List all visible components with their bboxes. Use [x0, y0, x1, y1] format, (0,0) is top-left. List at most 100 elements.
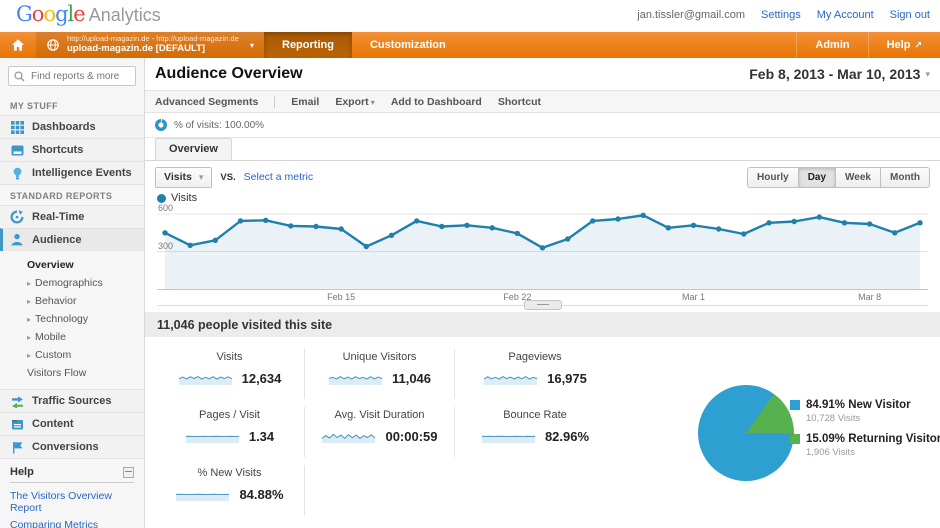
sidebar-subitem-demographics[interactable]: Demographics	[27, 274, 144, 292]
metrics-grid: Visits 12,634 Unique Visitors 11,046 Pag…	[155, 349, 615, 515]
metric-value: 00:00:59	[385, 428, 438, 444]
sidebar-item-audience[interactable]: Audience	[0, 228, 144, 251]
sidebar-subitem-custom[interactable]: Custom	[27, 346, 144, 364]
segment-row: % of visits: 100.00%	[145, 113, 940, 138]
metric-label: Visits	[216, 351, 243, 363]
home-button[interactable]	[0, 32, 36, 58]
my-account-link[interactable]: My Account	[817, 9, 874, 21]
home-icon	[11, 38, 25, 52]
timeline-plot-area[interactable]	[157, 206, 928, 290]
sidebar-item-intelligence-events[interactable]: Intelligence Events	[0, 161, 144, 185]
chevron-down-icon	[925, 69, 930, 80]
settings-link[interactable]: Settings	[761, 9, 801, 21]
date-range-selector[interactable]: Feb 8, 2013 - Mar 10, 2013	[749, 66, 930, 82]
granularity-day-button[interactable]: Day	[798, 166, 837, 188]
google-logo-text: Google	[16, 2, 86, 26]
page-title: Audience Overview	[155, 65, 303, 82]
segment-donut-icon	[155, 119, 167, 131]
realtime-icon	[10, 210, 24, 224]
sidebar-item-content[interactable]: Content	[0, 412, 144, 435]
nav-right: Admin Help	[796, 32, 940, 58]
visits-timeline-chart[interactable]: 600 300	[157, 203, 928, 290]
metric-selector-value: Visits	[164, 171, 192, 183]
sidebar-item-label: Traffic Sources	[32, 395, 112, 407]
tab-overview[interactable]: Overview	[155, 138, 232, 160]
top-bar: Google Analytics jan.tissler@gmail.com Se…	[0, 0, 940, 32]
traffic-sources-icon	[10, 394, 24, 408]
help-link-visitors-overview[interactable]: The Visitors Overview Report	[10, 487, 134, 516]
sidebar-item-conversions[interactable]: Conversions	[0, 435, 144, 459]
admin-button[interactable]: Admin	[796, 32, 867, 58]
sidebar-item-label: Audience	[32, 234, 82, 246]
audience-submenu: Overview Demographics Behavior Technolog…	[0, 251, 144, 389]
sidebar-subitem-mobile[interactable]: Mobile	[27, 328, 144, 346]
export-button[interactable]: Export	[335, 96, 375, 108]
sidebar-subitem-behavior[interactable]: Behavior	[27, 292, 144, 310]
main-nav-bar: http://upload-magazin.de - http://upload…	[0, 32, 940, 58]
add-to-dashboard-button[interactable]: Add to Dashboard	[391, 96, 482, 108]
granularity-switcher: Hourly Day Week Month	[747, 166, 930, 188]
google-analytics-logo: Google Analytics	[16, 2, 161, 26]
help-panel: Help The Visitors Overview Report Compar…	[0, 459, 144, 528]
select-a-metric-link[interactable]: Select a metric	[244, 171, 313, 183]
help-button[interactable]: Help	[867, 32, 940, 58]
sparkline-chart	[328, 370, 383, 386]
chart-legend-label: Visits	[171, 192, 198, 204]
search-icon	[14, 70, 25, 82]
metric-value: 84.88%	[239, 486, 284, 502]
email-button[interactable]: Email	[291, 96, 319, 108]
conversions-icon	[10, 440, 24, 454]
metric-visits[interactable]: Visits 12,634	[155, 349, 305, 399]
advanced-segments-button[interactable]: Advanced Segments	[155, 96, 258, 108]
visitor-type-pie-chart[interactable]	[698, 385, 794, 481]
timeline-slider-handle[interactable]	[523, 300, 562, 310]
metric-value: 16,975	[547, 370, 587, 386]
sign-out-link[interactable]: Sign out	[890, 9, 930, 21]
metric-pages-per-visit[interactable]: Pages / Visit 1.34	[155, 407, 305, 457]
sparkline-chart	[185, 428, 240, 444]
granularity-month-button[interactable]: Month	[881, 166, 930, 188]
x-tick-label: Mar 8	[858, 292, 882, 302]
shortcut-button[interactable]: Shortcut	[498, 96, 541, 108]
metric-percent-new-visits[interactable]: % New Visits 84.88%	[155, 465, 305, 515]
report-search-box[interactable]	[8, 66, 136, 86]
metric-value: 12,634	[241, 370, 282, 386]
granularity-week-button[interactable]: Week	[836, 166, 881, 188]
audience-icon	[10, 233, 24, 247]
chart-legend: Visits	[145, 191, 940, 206]
sidebar-item-label: Conversions	[32, 441, 99, 453]
metric-value: 11,046	[391, 370, 432, 386]
metric-selector-dropdown[interactable]: Visits	[155, 166, 213, 188]
sparkline-chart	[175, 486, 230, 502]
toolbar-divider	[274, 95, 276, 108]
metric-label: % New Visits	[197, 467, 262, 479]
granularity-hourly-button[interactable]: Hourly	[747, 166, 799, 188]
sidebar-item-dashboards[interactable]: Dashboards	[0, 115, 144, 138]
google-analytics-app: Google Analytics jan.tissler@gmail.com Se…	[0, 0, 940, 528]
report-toolbar: Advanced Segments Email Export Add to Da…	[145, 90, 940, 113]
account-switcher[interactable]: http://upload-magazin.de - http://upload…	[36, 32, 264, 58]
sidebar-item-real-time[interactable]: Real-Time	[0, 205, 144, 228]
sidebar-subitem-technology[interactable]: Technology	[27, 310, 144, 328]
sidebar-item-traffic-sources[interactable]: Traffic Sources	[0, 389, 144, 412]
metric-unique-visitors[interactable]: Unique Visitors 11,046	[305, 349, 455, 399]
sidebar-subitem-overview[interactable]: Overview	[27, 256, 144, 274]
search-input[interactable]	[29, 69, 130, 83]
help-label: Help	[886, 39, 911, 51]
help-link-comparing-metrics[interactable]: Comparing Metrics	[10, 516, 134, 528]
my-stuff-heading: MY STUFF	[10, 101, 59, 111]
tab-reporting[interactable]: Reporting	[264, 32, 352, 58]
returning-visitor-swatch-icon	[790, 434, 800, 444]
account-name: http://upload-magazin.de - http://upload…	[67, 35, 239, 55]
title-row: Audience Overview Feb 8, 2013 - Mar 10, …	[145, 58, 940, 90]
collapse-icon[interactable]	[123, 466, 134, 478]
metric-avg-visit-duration[interactable]: Avg. Visit Duration 00:00:59	[305, 407, 455, 457]
pie-legend-label: 84.91% New Visitor	[806, 399, 911, 411]
visitors-summary-banner: 11,046 people visited this site	[145, 312, 940, 337]
sidebar-subitem-visitors-flow[interactable]: Visitors Flow	[27, 364, 144, 382]
metric-pageviews[interactable]: Pageviews 16,975	[455, 349, 615, 399]
metric-bounce-rate[interactable]: Bounce Rate 82.96%	[455, 407, 615, 457]
tab-customization[interactable]: Customization	[352, 32, 464, 58]
sidebar-item-shortcuts[interactable]: Shortcuts	[0, 138, 144, 161]
intelligence-icon	[10, 166, 24, 180]
